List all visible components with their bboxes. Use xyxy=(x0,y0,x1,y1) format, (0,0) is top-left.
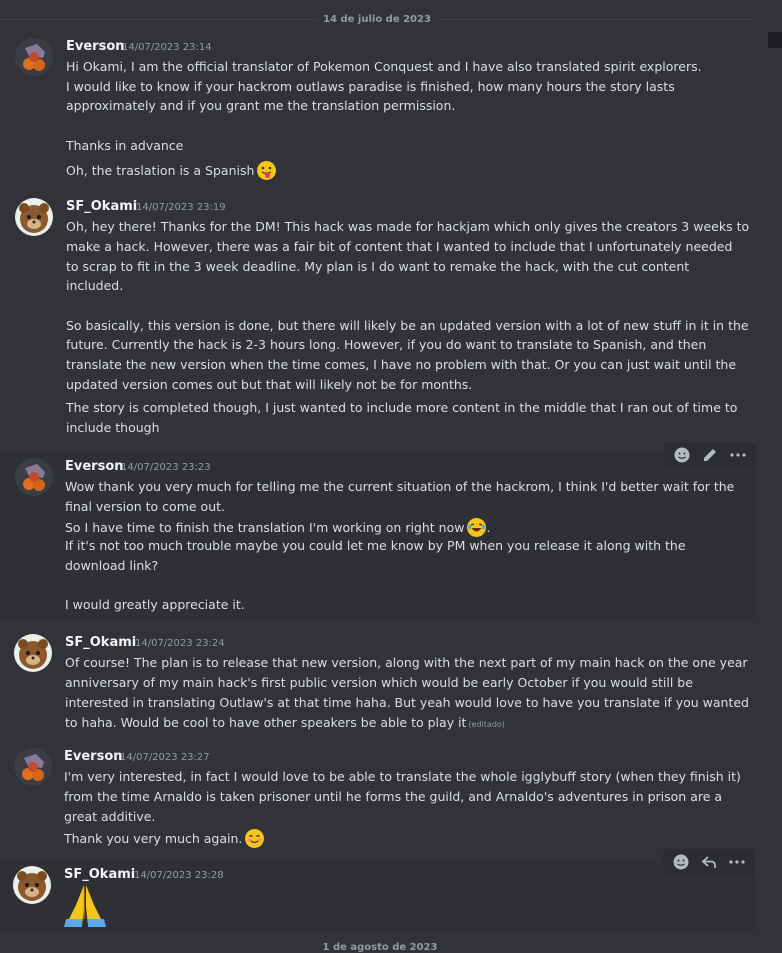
add-reaction-icon[interactable] xyxy=(669,850,693,874)
message-text: So I have time to finish the translation… xyxy=(65,520,465,535)
message-username[interactable]: Everson xyxy=(64,749,123,764)
message-text-line: Oh, hey there! Thanks for the DM! This h… xyxy=(66,219,750,234)
avatar-sf-okami[interactable] xyxy=(13,866,51,904)
message-text-line: updated version comes out but that will … xyxy=(66,377,473,392)
message-timestamp: 14/07/2023 23:19 xyxy=(136,202,226,213)
message-text-line: great additive. xyxy=(64,809,156,824)
message-text-line: to haha. Would be cool to have other spe… xyxy=(65,715,505,733)
message-username[interactable]: SF_Okami xyxy=(64,867,135,882)
message-text-line: include though xyxy=(66,420,160,435)
message-text-line: Thanks in advance xyxy=(66,138,184,153)
pray-emoji[interactable] xyxy=(62,883,108,927)
smile-emoji[interactable] xyxy=(245,829,265,848)
message-text: Thank you very much again. xyxy=(64,831,243,846)
more-icon[interactable] xyxy=(726,443,750,467)
avatar-sf-okami[interactable] xyxy=(14,634,52,672)
message-text-line: final version to come out. xyxy=(65,499,225,514)
message-text-line: anniversary of my main hack's first publ… xyxy=(65,675,693,690)
message-text-line: Hi Okami, I am the official translator o… xyxy=(66,59,702,74)
avatar-sf-okami[interactable] xyxy=(15,198,53,236)
message-text-line: approximately and if you grant me the tr… xyxy=(66,98,456,113)
message-text-line: The story is completed though, I just wa… xyxy=(66,400,738,415)
message-text-line: Of course! The plan is to release that n… xyxy=(65,655,748,670)
reply-icon[interactable] xyxy=(697,850,721,874)
avatar-everson[interactable] xyxy=(15,38,53,76)
message-actions-toolbar xyxy=(663,849,755,875)
message-text-line: to scrap to fit in the 3 week deadline. … xyxy=(66,259,690,274)
tongue-emoji[interactable] xyxy=(257,161,277,180)
message-text-line: interested in translating Outlaw's at th… xyxy=(65,695,749,710)
message-username[interactable]: Everson xyxy=(66,39,125,54)
avatar-everson[interactable] xyxy=(14,748,52,786)
message-text: Oh, the traslation is a Spanish xyxy=(66,163,255,178)
laugh-emoji[interactable] xyxy=(467,518,487,537)
message-text-line: translate the new version when the time … xyxy=(66,357,737,372)
message-username[interactable]: SF_Okami xyxy=(65,635,136,650)
edit-icon[interactable] xyxy=(698,443,722,467)
more-icon[interactable] xyxy=(725,850,749,874)
message-text-line: future. Currently the hack is 2-3 hours … xyxy=(66,337,707,352)
message-username[interactable]: SF_Okami xyxy=(66,199,137,214)
message-text-line: If it's not too much trouble maybe you c… xyxy=(65,538,686,553)
date-divider-bottom: 1 de agosto de 2023 xyxy=(322,942,438,953)
message-text: to haha. Would be cool to have other spe… xyxy=(65,715,467,730)
message-timestamp: 14/07/2023 23:23 xyxy=(121,462,211,473)
message-actions-toolbar xyxy=(664,442,756,468)
message-timestamp: 14/07/2023 23:14 xyxy=(122,42,212,53)
date-divider-label: 14 de julio de 2023 xyxy=(323,13,431,25)
message-text-line: download link? xyxy=(65,558,159,573)
scrollbar[interactable] xyxy=(768,32,782,48)
message-text-line: I'm very interested, in fact I would lov… xyxy=(64,769,741,784)
message-text-line: Wow thank you very much for telling me t… xyxy=(65,479,735,494)
message-username[interactable]: Everson xyxy=(65,459,124,474)
avatar-everson[interactable] xyxy=(15,458,53,496)
message-text-line: I would greatly appreciate it. xyxy=(65,597,245,612)
message-text-line: So basically, this version is done, but … xyxy=(66,318,749,333)
message-text-line: Oh, the traslation is a Spanish xyxy=(66,161,277,180)
date-divider-top: 14 de julio de 2023 xyxy=(0,10,755,28)
message-text-line: included. xyxy=(66,278,124,293)
message-text-line: from the time Arnaldo is taken prisoner … xyxy=(64,789,723,804)
message-timestamp: 14/07/2023 23:27 xyxy=(120,752,210,763)
message-text-line: Thank you very much again. xyxy=(64,829,265,848)
message-text-line: I would like to know if your hackrom out… xyxy=(66,79,675,94)
message-text-line: So I have time to finish the translation… xyxy=(65,518,491,537)
add-reaction-icon[interactable] xyxy=(670,443,694,467)
message-timestamp: 14/07/2023 23:24 xyxy=(135,638,225,649)
message-timestamp: 14/07/2023 23:28 xyxy=(134,870,224,881)
edited-marker: (editado) xyxy=(468,720,505,729)
message-text-line: make a hack. However, there was a fair b… xyxy=(66,239,733,254)
